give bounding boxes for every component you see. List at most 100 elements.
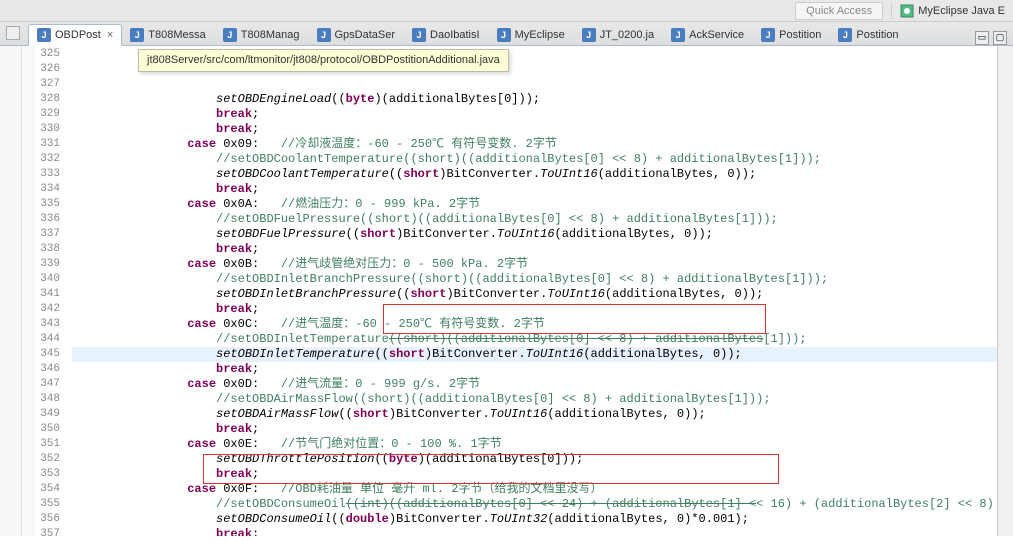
tab-label: DaoIbatisI: [430, 29, 480, 41]
vertical-scrollbar[interactable]: [997, 46, 1013, 536]
java-file-icon: J: [582, 28, 596, 42]
java-file-icon: J: [671, 28, 685, 42]
tab-label: MyEclipse: [515, 29, 565, 41]
code-line[interactable]: setOBDThrottlePosition((byte)(additional…: [72, 452, 997, 467]
editor-tab-9[interactable]: J Postition: [830, 25, 907, 45]
code-editor[interactable]: jt808Server/src/com/ltmonitor/jt808/prot…: [66, 46, 997, 536]
line-number: 348: [34, 392, 60, 407]
editor-tab-2[interactable]: JT808Manag: [215, 25, 309, 45]
code-line[interactable]: //setOBDCoolantTemperature((short)((addi…: [72, 152, 997, 167]
minimize-button[interactable]: ▭: [975, 31, 989, 45]
line-number: 336: [34, 212, 60, 227]
line-number: 337: [34, 227, 60, 242]
line-number: 343: [34, 317, 60, 332]
line-number: 339: [34, 257, 60, 272]
code-line[interactable]: break;: [72, 107, 997, 122]
line-number: 333: [34, 167, 60, 182]
line-number: 351: [34, 437, 60, 452]
code-line[interactable]: setOBDFuelPressure((short)BitConverter.T…: [72, 227, 997, 242]
tab-label: Postition: [856, 29, 898, 41]
editor-tab-3[interactable]: JGpsDataSer: [309, 25, 405, 45]
maximize-button[interactable]: ▢: [993, 31, 1007, 45]
line-number: 338: [34, 242, 60, 257]
line-number: 352: [34, 452, 60, 467]
code-line[interactable]: setOBDInletBranchPressure((short)BitConv…: [72, 287, 997, 302]
code-line[interactable]: //setOBDFuelPressure((short)((additional…: [72, 212, 997, 227]
code-line[interactable]: //setOBDConsumeOil((int)((additionalByte…: [72, 497, 997, 512]
editor-tab-4[interactable]: J DaoIbatisI: [404, 25, 489, 45]
file-path-tooltip: jt808Server/src/com/ltmonitor/jt808/prot…: [138, 49, 509, 72]
code-line[interactable]: case 0x0E: //节气门绝对位置：0 - 100 %. 1字节: [72, 437, 997, 452]
code-line[interactable]: //setOBDInletBranchPressure((short)((add…: [72, 272, 997, 287]
code-line[interactable]: case 0x0D: //进气流量：0 - 999 g/s. 2字节: [72, 377, 997, 392]
quick-access-box[interactable]: Quick Access: [795, 2, 883, 20]
code-line[interactable]: setOBDEngineLoad((byte)(additionalBytes[…: [72, 92, 997, 107]
line-number: 329: [34, 107, 60, 122]
java-file-icon: J: [412, 28, 426, 42]
code-line[interactable]: break;: [72, 527, 997, 536]
code-line[interactable]: break;: [72, 242, 997, 257]
code-line[interactable]: //setOBDAirMassFlow((short)((additionalB…: [72, 392, 997, 407]
editor-tab-5[interactable]: J MyEclipse: [489, 25, 574, 45]
line-number: 328: [34, 92, 60, 107]
top-toolbar: Quick Access MyEclipse Java E: [0, 0, 1013, 22]
java-file-icon: J: [497, 28, 511, 42]
code-line[interactable]: setOBDAirMassFlow((short)BitConverter.To…: [72, 407, 997, 422]
line-number: 342: [34, 302, 60, 317]
editor-tab-1[interactable]: JT808Messa: [122, 25, 214, 45]
line-number: 346: [34, 362, 60, 377]
code-line[interactable]: //setOBDInletTemperature((short)((additi…: [72, 332, 997, 347]
close-icon[interactable]: ×: [107, 29, 113, 41]
editor-tab-0[interactable]: J OBDPost ×: [28, 24, 122, 46]
tab-label: AckService: [689, 29, 744, 41]
line-number: 356: [34, 512, 60, 527]
code-line[interactable]: case 0x0A: //燃油压力：0 - 999 kPa. 2字节: [72, 197, 997, 212]
code-line[interactable]: break;: [72, 422, 997, 437]
tab-label: GpsDataSer: [335, 29, 396, 41]
java-file-icon: J: [838, 28, 852, 42]
tab-label: Postition: [779, 29, 821, 41]
line-number: 345: [34, 347, 60, 362]
line-number: 354: [34, 482, 60, 497]
line-number: 325: [34, 47, 60, 62]
line-number: 326: [34, 62, 60, 77]
code-line[interactable]: break;: [72, 122, 997, 137]
myeclipse-icon: [900, 4, 914, 18]
code-line[interactable]: setOBDInletTemperature((short)BitConvert…: [72, 347, 997, 362]
editor-tab-7[interactable]: J AckService: [663, 25, 753, 45]
tabs-right-controls: ▭ ▢: [975, 31, 1013, 45]
java-file-icon: J: [761, 28, 775, 42]
code-line[interactable]: break;: [72, 467, 997, 482]
folding-ruler[interactable]: [22, 46, 34, 536]
tab-label: OBDPost: [55, 29, 101, 41]
line-number: 334: [34, 182, 60, 197]
editor-tabs: JOBDPost×JT808MessaJT808ManagJGpsDataSer…: [0, 22, 1013, 46]
perspective-switcher[interactable]: MyEclipse Java E: [900, 4, 1005, 18]
code-line[interactable]: setOBDConsumeOil((double)BitConverter.To…: [72, 512, 997, 527]
code-line[interactable]: break;: [72, 182, 997, 197]
java-file-icon: J: [37, 28, 51, 42]
line-number: 340: [34, 272, 60, 287]
line-number: 353: [34, 467, 60, 482]
editor-tab-6[interactable]: JJT_0200.ja: [574, 25, 663, 45]
line-number: 330: [34, 122, 60, 137]
code-line[interactable]: case 0x0C: //进气温度：-60 - 250℃ 有符号变数. 2字节: [72, 317, 997, 332]
code-line[interactable]: break;: [72, 362, 997, 377]
code-line[interactable]: setOBDCoolantTemperature((short)BitConve…: [72, 167, 997, 182]
editor-area: 3253263273283293303313323333343353363373…: [0, 46, 1013, 536]
code-line[interactable]: case 0x09: //冷却液温度：-60 - 250℃ 有符号变数. 2字节: [72, 137, 997, 152]
line-number-gutter: 3253263273283293303313323333343353363373…: [34, 46, 66, 536]
java-file-icon: J: [130, 28, 144, 42]
code-line[interactable]: case 0x0B: //进气歧管绝对压力：0 - 500 kPa. 2字节: [72, 257, 997, 272]
code-line[interactable]: case 0x0F: //OBD耗油量 单位 毫升 ml. 2字节（给我的文档里…: [72, 482, 997, 497]
editor-tab-8[interactable]: J Postition: [753, 25, 830, 45]
perspective-label: MyEclipse Java E: [918, 5, 1005, 17]
line-number: 357: [34, 527, 60, 542]
line-number: 335: [34, 197, 60, 212]
tabs-gutter-icon[interactable]: [6, 26, 20, 40]
line-number: 355: [34, 497, 60, 512]
line-number: 350: [34, 422, 60, 437]
left-margin: [0, 46, 22, 536]
line-number: 331: [34, 137, 60, 152]
code-line[interactable]: break;: [72, 302, 997, 317]
